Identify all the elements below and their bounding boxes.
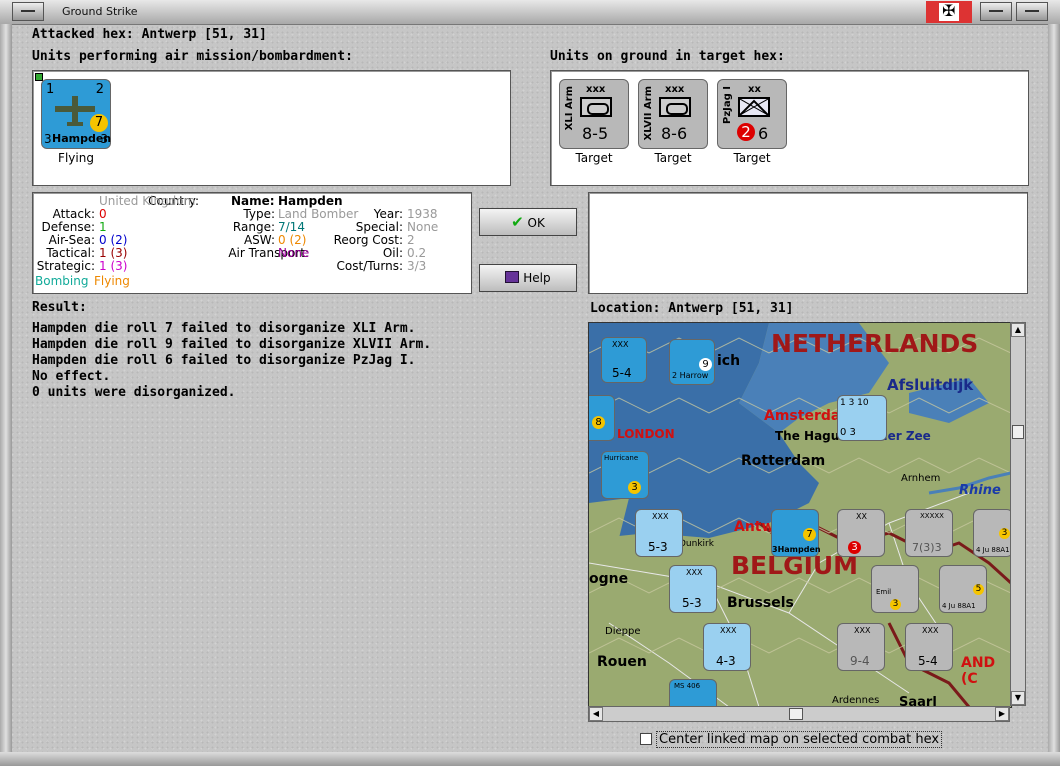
system-menu-button[interactable] (12, 2, 44, 21)
title-bar[interactable]: Ground Strike (0, 0, 1060, 25)
country-value: United Kingdom (99, 194, 196, 208)
map-label-rotterdam: Rotterdam (741, 453, 826, 469)
result-label: Result: (32, 300, 87, 315)
german-flag-icon (926, 1, 972, 23)
map-unit-counter[interactable]: 4 Ju 88A1 5 (939, 565, 987, 613)
map-unit-counter[interactable]: 3Hampden 7 (771, 509, 821, 557)
map-unit-counter[interactable]: Hurricane 3 (601, 451, 649, 499)
map-unit-counter[interactable]: MS 406 (669, 679, 717, 707)
scroll-left-icon[interactable]: ◀ (589, 707, 603, 721)
map-label-london: LONDON (617, 427, 675, 441)
air-units-label: Units performing air mission/bombardment… (32, 49, 353, 64)
right-border (1048, 24, 1060, 752)
ground-units-panel: XLI Arm xxx 8-5 Target XLVII Arm xxx 8-6… (550, 70, 1029, 186)
checkmark-icon: ✔ (511, 213, 524, 231)
ok-button[interactable]: ✔ OK (479, 208, 577, 236)
map-unit-counter[interactable]: XXX 5-3 (635, 509, 683, 557)
map-label-antwerp: Antw (734, 519, 775, 535)
strength-red-badge: 2 (737, 123, 755, 141)
map-horizontal-scrollbar[interactable]: ◀ ▶ (588, 706, 1010, 722)
message-panel (588, 192, 1028, 294)
result-text: Hampden die roll 7 failed to disorganize… (32, 321, 432, 400)
bottom-border (0, 752, 1060, 766)
location-label: Location: Antwerp [51, 31] (590, 301, 794, 316)
strike-badge: 7 (90, 114, 108, 132)
map-unit-counter[interactable]: XXXXX 7(3)3 (905, 509, 953, 557)
horizontal-scroll-thumb[interactable] (789, 708, 803, 720)
map-unit-counter[interactable]: 4 Ju 88A1 3 (973, 509, 1011, 557)
map-label-and-c: AND (C (961, 655, 996, 687)
map-label-dieppe: Dieppe (605, 626, 641, 637)
ground-unit-pzjag-i[interactable]: PzJag I xx 2 6 (717, 79, 787, 149)
ground-unit-xli-arm[interactable]: XLI Arm xxx 8-5 (559, 79, 629, 149)
map-unit-counter[interactable]: 1 3 10 0 3 (837, 395, 887, 441)
map-unit-counter[interactable]: 8 (589, 395, 615, 441)
map-label-ich: ich (717, 353, 741, 369)
map-unit-counter[interactable]: Emil 3 (871, 565, 919, 613)
map-label-arnhem: Arnhem (901, 473, 941, 484)
air-units-panel: 1 2 7 3 Hampden 3 Flying (32, 70, 511, 186)
map-label-netherlands: NETHERLANDS (771, 329, 979, 358)
map-unit-counter[interactable]: XXX 5-3 (669, 565, 717, 613)
window-title: Ground Strike (62, 5, 138, 18)
left-border (0, 24, 12, 752)
ground-unit-xlvii-arm[interactable]: XLVII Arm xxx 8-6 (638, 79, 708, 149)
ground-unit-status: Target (654, 151, 692, 165)
map-label-rhine: Rhine (959, 483, 1001, 498)
scroll-up-icon[interactable]: ▲ (1011, 323, 1025, 337)
map-unit-counter[interactable]: 2 Harrow 9 (669, 339, 715, 385)
ground-units-label: Units on ground in target hex: (550, 49, 785, 64)
map-label-rouen: Rouen (597, 654, 647, 670)
ground-strike-window: Ground Strike Attacked hex: Antwerp [51,… (0, 0, 1060, 766)
scroll-right-icon[interactable]: ▶ (995, 707, 1009, 721)
air-unit-status: Flying (58, 151, 94, 165)
close-button[interactable] (1016, 2, 1048, 21)
map-unit-counter[interactable]: XX 3 (837, 509, 885, 557)
center-map-checkbox-label[interactable]: Center linked map on selected combat hex (656, 731, 943, 748)
unit-info-panel: Country: United Kingdom Attack: 0 Defens… (32, 192, 472, 294)
ground-unit-status: Target (575, 151, 613, 165)
map-label-brussels: Brussels (727, 595, 794, 611)
center-map-checkbox[interactable] (640, 733, 652, 745)
air-unit-counter[interactable]: 1 2 7 3 Hampden 3 (41, 79, 111, 149)
attacked-hex-label: Attacked hex: Antwerp [51, 31] (32, 27, 267, 42)
armor-symbol-icon (659, 97, 691, 117)
help-book-icon (505, 271, 520, 283)
map-unit-counter[interactable]: XXX 9-4 (837, 623, 885, 671)
map-vertical-scrollbar[interactable]: ▲ ▼ (1010, 322, 1026, 706)
minimize-button[interactable] (980, 2, 1012, 21)
map-label-ardennes: Ardennes (832, 695, 880, 706)
help-button[interactable]: Help (479, 264, 577, 292)
map-unit-counter[interactable]: XXX 5-4 (905, 623, 953, 671)
armor-symbol-icon (580, 97, 612, 117)
linked-map[interactable]: NETHERLANDS Afsluitdijk Amsterdam The Ha… (588, 322, 1012, 708)
map-label-afsluitdijk: Afsluitdijk (887, 376, 974, 394)
antitank-symbol-icon (738, 97, 770, 117)
ground-unit-status: Target (733, 151, 771, 165)
vertical-scroll-thumb[interactable] (1012, 425, 1024, 439)
map-unit-counter[interactable]: XXX 4-3 (703, 623, 751, 671)
scroll-down-icon[interactable]: ▼ (1011, 691, 1025, 705)
map-unit-counter[interactable]: XXX 5-4 (601, 337, 647, 383)
map-label-ogne: ogne (589, 571, 629, 587)
map-label-dunkirk: Dunkirk (679, 539, 714, 549)
